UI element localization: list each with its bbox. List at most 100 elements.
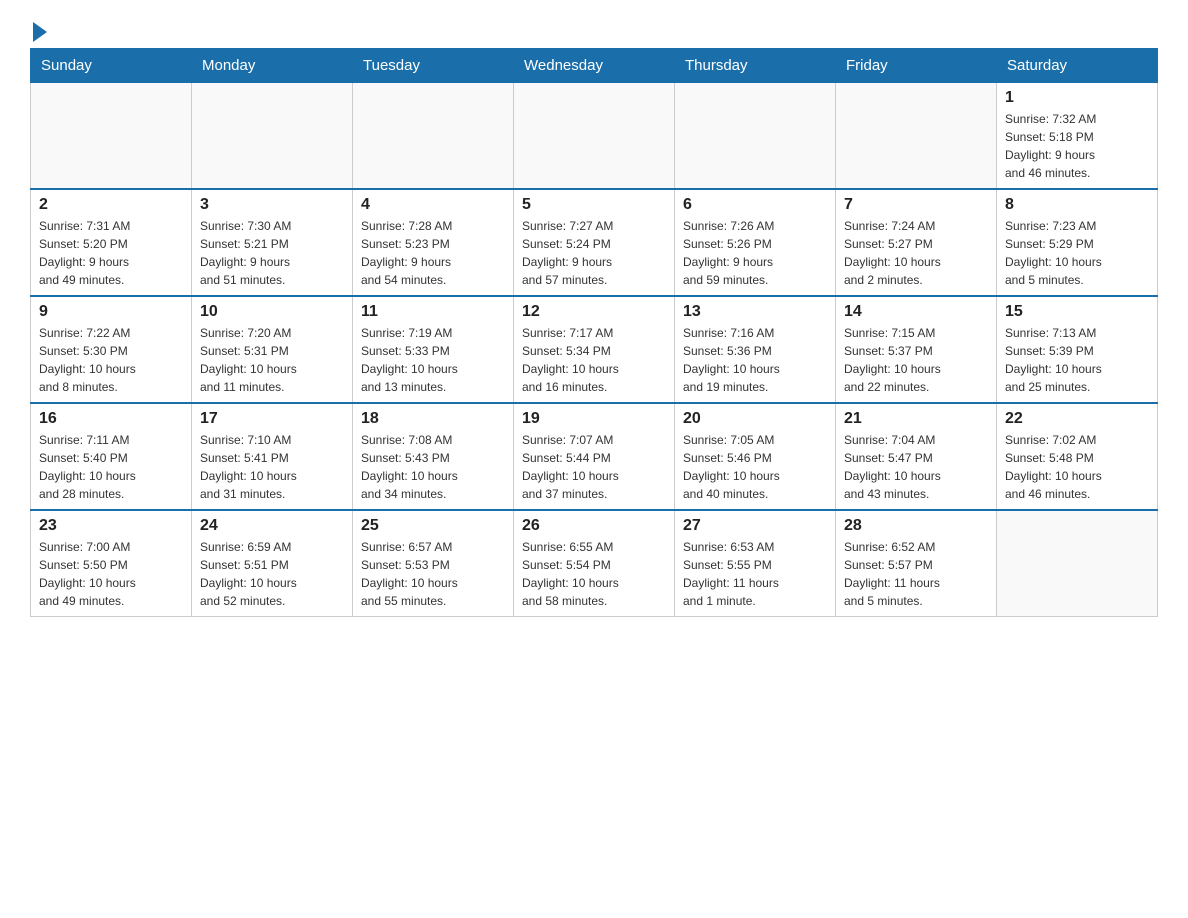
day-info: Sunrise: 7:13 AMSunset: 5:39 PMDaylight:… xyxy=(1005,324,1149,396)
calendar-day-cell: 12 Sunrise: 7:17 AMSunset: 5:34 PMDayligh… xyxy=(514,296,675,403)
day-info: Sunrise: 7:26 AMSunset: 5:26 PMDaylight:… xyxy=(683,217,827,289)
calendar-day-cell: 7 Sunrise: 7:24 AMSunset: 5:27 PMDaylight… xyxy=(836,189,997,296)
day-number: 17 xyxy=(200,410,344,428)
day-number: 9 xyxy=(39,303,183,321)
day-info: Sunrise: 7:07 AMSunset: 5:44 PMDaylight:… xyxy=(522,431,666,503)
calendar-day-header: Friday xyxy=(836,49,997,83)
day-number: 24 xyxy=(200,517,344,535)
day-info: Sunrise: 7:22 AMSunset: 5:30 PMDaylight:… xyxy=(39,324,183,396)
calendar-day-cell: 25 Sunrise: 6:57 AMSunset: 5:53 PMDayligh… xyxy=(353,510,514,617)
calendar-day-cell: 9 Sunrise: 7:22 AMSunset: 5:30 PMDaylight… xyxy=(31,296,192,403)
calendar-day-cell: 22 Sunrise: 7:02 AMSunset: 5:48 PMDayligh… xyxy=(997,403,1158,510)
calendar-week-row: 1 Sunrise: 7:32 AMSunset: 5:18 PMDaylight… xyxy=(31,83,1158,190)
calendar-day-cell: 21 Sunrise: 7:04 AMSunset: 5:47 PMDayligh… xyxy=(836,403,997,510)
calendar-day-header: Tuesday xyxy=(353,49,514,83)
calendar-day-header: Monday xyxy=(192,49,353,83)
calendar-day-cell: 27Sunrise: 6:53 AMSunset: 5:55 PMDayligh… xyxy=(675,510,836,617)
calendar-day-cell: 18 Sunrise: 7:08 AMSunset: 5:43 PMDayligh… xyxy=(353,403,514,510)
calendar-day-cell xyxy=(997,510,1158,617)
day-number: 1 xyxy=(1005,89,1149,107)
calendar-day-cell xyxy=(353,83,514,190)
day-info: Sunrise: 7:00 AMSunset: 5:50 PMDaylight:… xyxy=(39,538,183,610)
calendar-day-cell xyxy=(31,83,192,190)
calendar-day-cell: 6Sunrise: 7:26 AMSunset: 5:26 PMDaylight… xyxy=(675,189,836,296)
day-number: 18 xyxy=(361,410,505,428)
calendar-day-cell xyxy=(836,83,997,190)
day-info: Sunrise: 6:53 AMSunset: 5:55 PMDaylight:… xyxy=(683,538,827,610)
calendar-day-header: Wednesday xyxy=(514,49,675,83)
day-info: Sunrise: 7:28 AMSunset: 5:23 PMDaylight:… xyxy=(361,217,505,289)
day-info: Sunrise: 7:31 AMSunset: 5:20 PMDaylight:… xyxy=(39,217,183,289)
calendar-table: SundayMondayTuesdayWednesdayThursdayFrid… xyxy=(30,48,1158,617)
day-number: 7 xyxy=(844,196,988,214)
calendar-day-header: Thursday xyxy=(675,49,836,83)
day-number: 10 xyxy=(200,303,344,321)
day-info: Sunrise: 7:27 AMSunset: 5:24 PMDaylight:… xyxy=(522,217,666,289)
calendar-day-cell: 1 Sunrise: 7:32 AMSunset: 5:18 PMDaylight… xyxy=(997,83,1158,190)
day-info: Sunrise: 7:24 AMSunset: 5:27 PMDaylight:… xyxy=(844,217,988,289)
calendar-day-cell: 11 Sunrise: 7:19 AMSunset: 5:33 PMDayligh… xyxy=(353,296,514,403)
day-number: 2 xyxy=(39,196,183,214)
calendar-week-row: 16Sunrise: 7:11 AMSunset: 5:40 PMDayligh… xyxy=(31,403,1158,510)
day-number: 26 xyxy=(522,517,666,535)
calendar-day-cell: 14 Sunrise: 7:15 AMSunset: 5:37 PMDayligh… xyxy=(836,296,997,403)
day-number: 21 xyxy=(844,410,988,428)
day-info: Sunrise: 7:16 AMSunset: 5:36 PMDaylight:… xyxy=(683,324,827,396)
day-number: 4 xyxy=(361,196,505,214)
day-number: 11 xyxy=(361,303,505,321)
day-info: Sunrise: 7:05 AMSunset: 5:46 PMDaylight:… xyxy=(683,431,827,503)
day-number: 25 xyxy=(361,517,505,535)
calendar-day-cell: 24 Sunrise: 6:59 AMSunset: 5:51 PMDayligh… xyxy=(192,510,353,617)
day-info: Sunrise: 7:08 AMSunset: 5:43 PMDaylight:… xyxy=(361,431,505,503)
day-number: 5 xyxy=(522,196,666,214)
calendar-day-cell: 26 Sunrise: 6:55 AMSunset: 5:54 PMDayligh… xyxy=(514,510,675,617)
calendar-day-header: Sunday xyxy=(31,49,192,83)
day-number: 15 xyxy=(1005,303,1149,321)
day-info: Sunrise: 7:19 AMSunset: 5:33 PMDaylight:… xyxy=(361,324,505,396)
day-info: Sunrise: 7:10 AMSunset: 5:41 PMDaylight:… xyxy=(200,431,344,503)
day-info: Sunrise: 6:59 AMSunset: 5:51 PMDaylight:… xyxy=(200,538,344,610)
calendar-day-cell: 2 Sunrise: 7:31 AMSunset: 5:20 PMDaylight… xyxy=(31,189,192,296)
calendar-week-row: 9 Sunrise: 7:22 AMSunset: 5:30 PMDaylight… xyxy=(31,296,1158,403)
calendar-day-cell: 23 Sunrise: 7:00 AMSunset: 5:50 PMDayligh… xyxy=(31,510,192,617)
day-number: 14 xyxy=(844,303,988,321)
day-number: 19 xyxy=(522,410,666,428)
day-info: Sunrise: 6:52 AMSunset: 5:57 PMDaylight:… xyxy=(844,538,988,610)
page-header xyxy=(30,20,1158,38)
day-info: Sunrise: 7:11 AMSunset: 5:40 PMDaylight:… xyxy=(39,431,183,503)
calendar-week-row: 23 Sunrise: 7:00 AMSunset: 5:50 PMDayligh… xyxy=(31,510,1158,617)
day-info: Sunrise: 7:32 AMSunset: 5:18 PMDaylight:… xyxy=(1005,110,1149,182)
calendar-week-row: 2 Sunrise: 7:31 AMSunset: 5:20 PMDaylight… xyxy=(31,189,1158,296)
calendar-day-header: Saturday xyxy=(997,49,1158,83)
calendar-day-cell: 10 Sunrise: 7:20 AMSunset: 5:31 PMDayligh… xyxy=(192,296,353,403)
day-info: Sunrise: 6:55 AMSunset: 5:54 PMDaylight:… xyxy=(522,538,666,610)
day-info: Sunrise: 7:30 AMSunset: 5:21 PMDaylight:… xyxy=(200,217,344,289)
day-info: Sunrise: 6:57 AMSunset: 5:53 PMDaylight:… xyxy=(361,538,505,610)
calendar-header-row: SundayMondayTuesdayWednesdayThursdayFrid… xyxy=(31,49,1158,83)
day-number: 28 xyxy=(844,517,988,535)
day-info: Sunrise: 7:02 AMSunset: 5:48 PMDaylight:… xyxy=(1005,431,1149,503)
day-number: 20 xyxy=(683,410,827,428)
calendar-day-cell: 15 Sunrise: 7:13 AMSunset: 5:39 PMDayligh… xyxy=(997,296,1158,403)
calendar-day-cell: 13Sunrise: 7:16 AMSunset: 5:36 PMDayligh… xyxy=(675,296,836,403)
calendar-day-cell: 5 Sunrise: 7:27 AMSunset: 5:24 PMDaylight… xyxy=(514,189,675,296)
day-number: 23 xyxy=(39,517,183,535)
day-number: 3 xyxy=(200,196,344,214)
day-info: Sunrise: 7:20 AMSunset: 5:31 PMDaylight:… xyxy=(200,324,344,396)
calendar-day-cell xyxy=(192,83,353,190)
logo xyxy=(30,20,47,38)
calendar-day-cell: 8 Sunrise: 7:23 AMSunset: 5:29 PMDaylight… xyxy=(997,189,1158,296)
calendar-day-cell xyxy=(514,83,675,190)
day-number: 8 xyxy=(1005,196,1149,214)
day-info: Sunrise: 7:23 AMSunset: 5:29 PMDaylight:… xyxy=(1005,217,1149,289)
day-info: Sunrise: 7:17 AMSunset: 5:34 PMDaylight:… xyxy=(522,324,666,396)
day-number: 12 xyxy=(522,303,666,321)
calendar-day-cell: 28 Sunrise: 6:52 AMSunset: 5:57 PMDayligh… xyxy=(836,510,997,617)
day-info: Sunrise: 7:15 AMSunset: 5:37 PMDaylight:… xyxy=(844,324,988,396)
calendar-day-cell: 16Sunrise: 7:11 AMSunset: 5:40 PMDayligh… xyxy=(31,403,192,510)
logo-arrow-icon xyxy=(33,22,47,42)
calendar-day-cell: 17 Sunrise: 7:10 AMSunset: 5:41 PMDayligh… xyxy=(192,403,353,510)
day-info: Sunrise: 7:04 AMSunset: 5:47 PMDaylight:… xyxy=(844,431,988,503)
day-number: 22 xyxy=(1005,410,1149,428)
calendar-day-cell xyxy=(675,83,836,190)
